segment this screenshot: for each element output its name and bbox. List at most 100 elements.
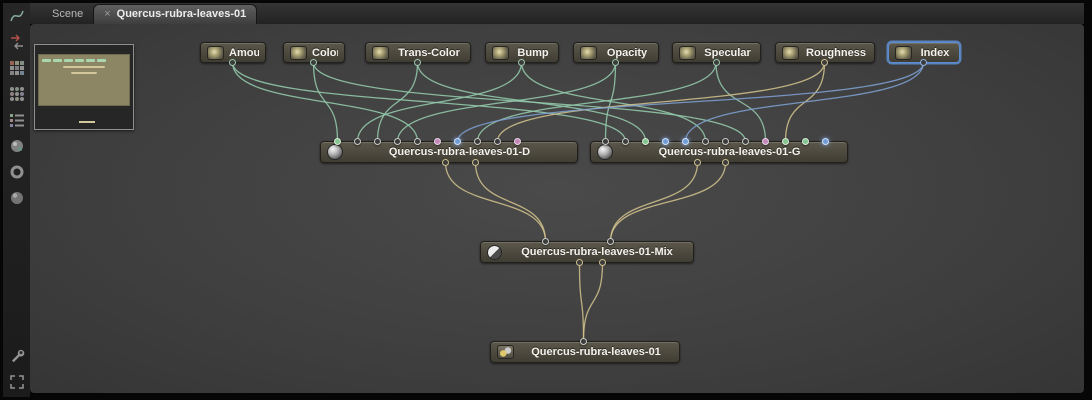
node-bump[interactable]: Bump: [485, 42, 559, 66]
node-index[interactable]: Index: [888, 42, 960, 66]
node-port[interactable]: [602, 138, 609, 145]
node-amount[interactable]: Amount: [200, 42, 266, 66]
node-port[interactable]: [622, 138, 629, 145]
node-roughness[interactable]: Roughness: [775, 42, 875, 66]
node-color[interactable]: Color: [283, 42, 345, 66]
node-port[interactable]: [642, 138, 649, 145]
output-material-icon: [497, 345, 514, 359]
node-label: Quercus-rubra-leaves-01-D: [388, 146, 531, 158]
wire: [231, 62, 627, 142]
left-toolbar: [3, 3, 30, 397]
tab-scene[interactable]: Scene: [42, 5, 93, 24]
minimap-node-line: [79, 121, 95, 123]
node-port[interactable]: [802, 138, 809, 145]
node-specular[interactable]: Specular: [672, 42, 761, 66]
output-port[interactable]: [576, 259, 583, 266]
node-port[interactable]: [782, 138, 789, 145]
node-port[interactable]: [374, 138, 381, 145]
material-sphere-icon: [597, 144, 613, 160]
output-port[interactable]: [310, 59, 317, 66]
sphere-primitive-icon[interactable]: [8, 189, 26, 207]
input-ports: [334, 138, 521, 145]
node-port[interactable]: [354, 138, 361, 145]
node-label: Specular: [704, 46, 751, 59]
tab-material[interactable]: × Quercus-rubra-leaves-01: [93, 4, 258, 24]
output-port[interactable]: [694, 159, 701, 166]
node-port[interactable]: [722, 138, 729, 145]
node-label: Bump: [517, 46, 549, 59]
node-port[interactable]: [394, 138, 401, 145]
node-port[interactable]: [334, 138, 341, 145]
output-port[interactable]: [229, 59, 236, 66]
minimap-node-line: [71, 72, 97, 74]
node-list-icon[interactable]: [8, 111, 26, 129]
node-graph-canvas[interactable]: Amount Color Trans-Color Bump Opacity Sp…: [30, 24, 1084, 393]
texture-icon: [895, 45, 912, 60]
output-port[interactable]: [518, 59, 525, 66]
output-port[interactable]: [599, 259, 606, 266]
output-port[interactable]: [472, 159, 479, 166]
delete-node-icon[interactable]: [8, 33, 26, 51]
wire: [609, 162, 727, 242]
grid-align-icon[interactable]: [8, 85, 26, 103]
wire: [396, 62, 617, 142]
output-port[interactable]: [442, 159, 449, 166]
node-label: Quercus-rubra-leaves-01-Mix: [521, 246, 673, 258]
node-port[interactable]: [822, 138, 829, 145]
minimap-viewport[interactable]: [38, 54, 130, 106]
wire: [684, 62, 925, 142]
node-port[interactable]: [742, 138, 749, 145]
node-output-material[interactable]: Quercus-rubra-leaves-01: [490, 338, 680, 363]
material-ball-icon[interactable]: [8, 137, 26, 155]
output-port[interactable]: [712, 59, 720, 66]
wire: [474, 162, 547, 242]
output-port[interactable]: [612, 59, 619, 66]
node-port[interactable]: [434, 138, 441, 145]
output-port[interactable]: [920, 59, 927, 66]
node-port[interactable]: [682, 138, 689, 145]
grid-snap-icon[interactable]: [8, 59, 26, 77]
output-port[interactable]: [821, 59, 828, 66]
torus-primitive-icon[interactable]: [8, 163, 26, 181]
node-label: Amount: [229, 46, 259, 59]
wire: [231, 62, 419, 142]
wire: [456, 62, 925, 142]
wire: [582, 262, 604, 342]
spline-tool-icon[interactable]: [8, 7, 26, 25]
wire: [784, 62, 826, 142]
input-ports: [602, 138, 829, 145]
wire: [520, 62, 707, 142]
node-port[interactable]: [762, 138, 769, 145]
navigator-minimap[interactable]: [34, 44, 134, 130]
tab-material-label: Quercus-rubra-leaves-01: [116, 8, 247, 20]
node-port[interactable]: [542, 238, 549, 245]
node-trans-color[interactable]: Trans-Color: [365, 42, 471, 66]
node-material-g[interactable]: Quercus-rubra-leaves-01-G: [590, 138, 848, 166]
node-port[interactable]: [414, 138, 421, 145]
node-opacity[interactable]: Opacity: [573, 42, 659, 66]
node-port[interactable]: [454, 138, 461, 145]
node-label: Opacity: [606, 46, 648, 59]
node-label: Trans-Color: [398, 46, 460, 59]
node-label: Index: [920, 46, 950, 59]
texture-icon: [492, 45, 509, 60]
node-port[interactable]: [580, 338, 587, 345]
settings-wrench-icon[interactable]: [8, 347, 26, 365]
input-ports: [580, 338, 587, 345]
node-material-d[interactable]: Quercus-rubra-leaves-01-D: [320, 138, 578, 166]
wire-layer: [231, 62, 925, 342]
output-port[interactable]: [722, 159, 729, 166]
node-port[interactable]: [474, 138, 481, 145]
expand-view-icon[interactable]: [8, 373, 26, 391]
wire: [444, 162, 547, 242]
node-port[interactable]: [662, 138, 669, 145]
material-editor-window: Scene × Quercus-rubra-leaves-01 Amount: [0, 0, 1092, 400]
node-port[interactable]: [494, 138, 501, 145]
texture-icon: [679, 45, 696, 60]
node-port[interactable]: [607, 238, 614, 245]
node-port[interactable]: [702, 138, 709, 145]
node-port[interactable]: [514, 138, 521, 145]
close-tab-icon[interactable]: ×: [104, 8, 110, 20]
node-mix[interactable]: Quercus-rubra-leaves-01-Mix: [480, 238, 694, 266]
output-port[interactable]: [414, 59, 421, 66]
